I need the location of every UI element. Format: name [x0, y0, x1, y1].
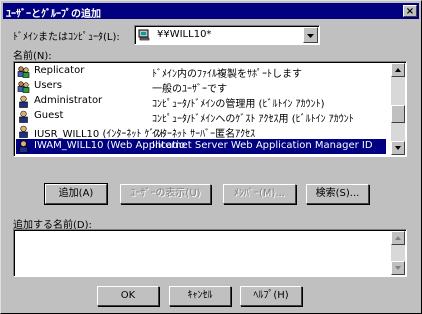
list-item[interactable]: Users 一般のﾕｰｻﾞｰです [16, 79, 386, 95]
ok-button[interactable]: OK [97, 286, 159, 306]
list-item-description: ｺﾝﾋﾟｭｰﾀ/ﾄﾞﾒｲﾝへのｹﾞｽﾄ ｱｸｾｽ用 (ﾋﾞﾙﾄｲﾝ ｱｶｳﾝﾄ [152, 114, 354, 125]
arrow-up-icon [395, 236, 401, 240]
list-item-description: ｺﾝﾋﾟｭｰﾀ/ﾄﾞﾒｲﾝの管理用 (ﾋﾞﾙﾄｲﾝ ｱｶｳﾝﾄ) [152, 99, 325, 110]
scroll-thumb[interactable] [391, 105, 405, 123]
list-item-description: 一般のﾕｰｻﾞｰです [152, 84, 227, 95]
add-button[interactable]: 追加(A) [44, 183, 108, 205]
combo-dropdown-button[interactable] [303, 27, 318, 43]
domain-value: ¥¥WILL10* [157, 29, 212, 40]
textarea-scroll-up-button[interactable] [391, 231, 405, 245]
window-title: ﾕｰｻﾞｰとｸﾞﾙｰﾌﾟの追加 [6, 9, 101, 20]
close-button[interactable]: × [403, 5, 417, 17]
list-item-name: Replicator [34, 65, 85, 76]
list-item[interactable]: Guest ｺﾝﾋﾟｭｰﾀ/ﾄﾞﾒｲﾝへのｹﾞｽﾄ ｱｸｾｽ用 (ﾋﾞﾙﾄｲﾝ ｱ… [16, 109, 386, 125]
list-item-name: Users [34, 80, 63, 91]
names-label: 名前(N): [13, 51, 52, 62]
arrow-up-icon [395, 68, 401, 72]
members-button[interactable]: ﾒﾝﾊﾞｰ(M)... [223, 184, 296, 204]
group-icon [17, 80, 30, 93]
user-icon [17, 125, 30, 138]
list-item[interactable]: Replicator ﾄﾞﾒｲﾝ内のﾌｧｲﾙ複製をｻﾎﾟｰﾄします [16, 64, 386, 80]
domain-label: ﾄﾞﾒｲﾝまたはｺﾝﾋﾟｭｰﾀ(L): [13, 32, 120, 43]
textarea-scroll-down-button[interactable] [391, 261, 405, 275]
title-bar[interactable]: ﾕｰｻﾞｰとｸﾞﾙｰﾌﾟの追加 × [3, 3, 419, 20]
list-item-name: Guest [34, 110, 64, 121]
names-listbox[interactable]: Replicator ﾄﾞﾒｲﾝ内のﾌｧｲﾙ複製をｻﾎﾟｰﾄします Users 一般の… [13, 61, 407, 157]
user-icon [17, 110, 30, 123]
group-icon [17, 65, 30, 78]
show-users-button[interactable]: ﾕｰｻﾞｰの表示(U) [120, 184, 211, 204]
dialog-window: ﾕｰｻﾞｰとｸﾞﾙｰﾌﾟの追加 × ﾄﾞﾒｲﾝまたはｺﾝﾋﾟｭｰﾀ(L): ¥¥… [0, 0, 422, 314]
search-button[interactable]: 検索(S)... [306, 184, 369, 204]
textarea-scrollbar[interactable] [391, 231, 405, 275]
domain-combobox[interactable]: ¥¥WILL10* [134, 25, 320, 45]
list-item[interactable]: IUSR_WILL10 (ｲﾝﾀｰﾈｯﾄ ｹﾞｽﾄ ｲﾝﾀｰﾈｯﾄ ｻｰﾊﾞｰ匿名… [16, 124, 386, 140]
list-item[interactable]: IWAM_WILL10 (Web Applicatio Internet Serv… [16, 139, 386, 154]
scroll-up-button[interactable] [391, 63, 405, 77]
cancel-button[interactable]: ｷｬﾝｾﾙ [169, 286, 231, 306]
user-icon [17, 140, 30, 153]
list-scrollbar[interactable] [391, 63, 405, 155]
list-item[interactable]: Administrator ｺﾝﾋﾟｭｰﾀ/ﾄﾞﾒｲﾝの管理用 (ﾋﾞﾙﾄｲﾝ ｱ… [16, 94, 386, 110]
user-icon [17, 95, 30, 108]
list-item-description: ｲﾝﾀｰﾈｯﾄ ｻｰﾊﾞｰ匿名ｱｸｾｽ [152, 129, 256, 140]
scroll-down-button[interactable] [391, 141, 405, 155]
arrow-down-icon [395, 146, 401, 150]
chevron-down-icon [307, 34, 314, 38]
computer-icon [138, 29, 151, 41]
arrow-down-icon [395, 266, 401, 270]
list-item-name: IUSR_WILL10 (ｲﾝﾀｰﾈｯﾄ ｹﾞｽﾄ [34, 129, 165, 140]
list-item-description: ﾄﾞﾒｲﾝ内のﾌｧｲﾙ複製をｻﾎﾟｰﾄします [152, 69, 302, 80]
list-item-description: Internet Server Web Application Manager … [152, 140, 373, 151]
add-names-textarea[interactable] [13, 229, 407, 277]
list-item-name: Administrator [34, 95, 103, 106]
help-button[interactable]: ﾍﾙﾌﾟ(H) [240, 286, 302, 306]
